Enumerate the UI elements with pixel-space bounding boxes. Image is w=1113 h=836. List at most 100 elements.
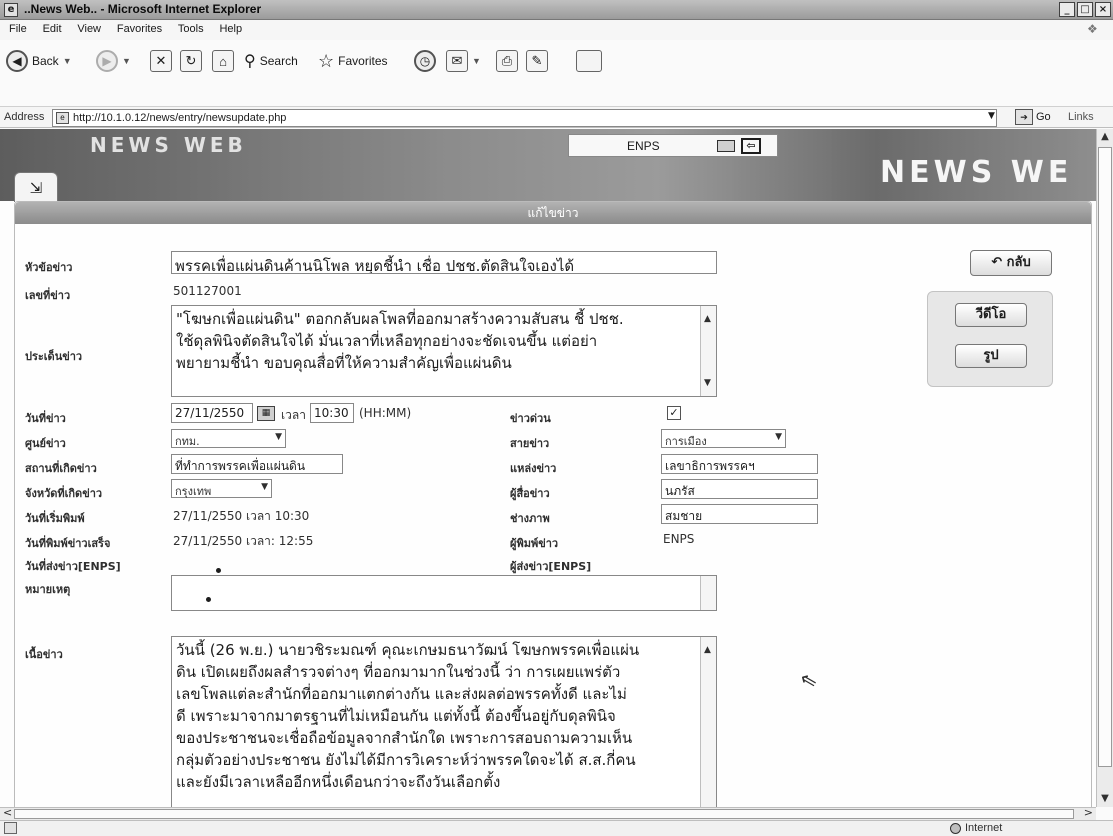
sent-label: วันที่ส่งข่าว[ENPS] xyxy=(25,560,121,573)
menu-file[interactable]: File xyxy=(6,23,30,35)
headline-input[interactable]: พรรคเพื่อแผ่นดินค้านนิโพล หยุดชี้นำ เชื่… xyxy=(171,251,717,274)
issue-label: ประเด็นข่าว xyxy=(25,350,83,363)
urgent-checkbox[interactable]: ✓ xyxy=(667,406,681,420)
edit-icon: ✎ xyxy=(526,50,548,72)
scroll-down-icon[interactable]: ▼ xyxy=(704,372,711,394)
body-line: และยังมีเวลาเหลืออีกหนึ่งเดือนกว่าจะถึงว… xyxy=(176,773,501,791)
mail-dropdown-icon[interactable]: ▼ xyxy=(472,56,481,66)
go-label: Go xyxy=(1036,111,1051,123)
forward-dropdown-icon[interactable]: ▼ xyxy=(122,56,131,66)
close-button[interactable]: × xyxy=(1095,2,1111,17)
menu-edit[interactable]: Edit xyxy=(40,23,65,35)
logout-icon[interactable]: ⇦ xyxy=(741,138,761,154)
note-scrollbar[interactable] xyxy=(700,576,716,610)
toolbar: ◀ Back ▼ ▶ ▼ ✕ ↻ ⌂ ⚲ Search ☆ Favorites … xyxy=(0,40,1113,100)
center-value: กทม. xyxy=(175,435,200,448)
place-input[interactable]: ที่ทำการพรรคเพื่อแผ่นดิน xyxy=(171,454,343,474)
photographer-input[interactable]: สมชาย xyxy=(661,504,818,524)
source-label: แหล่งข่าว xyxy=(510,462,557,475)
back-button[interactable]: ◀ Back ▼ xyxy=(6,46,72,76)
body-textarea[interactable]: วันนี้ (26 พ.ย.) นายวชิระมณฑ์ คุณะเกษมธน… xyxy=(171,636,717,807)
ie-icon: e xyxy=(4,3,18,17)
issue-textarea[interactable]: "โฆษกเพื่อแผ่นดิน" ตอกกลับผลโพลที่ออกมาส… xyxy=(171,305,717,397)
line-select[interactable]: การเมือง ▼ xyxy=(661,429,786,448)
menu-view[interactable]: View xyxy=(74,23,104,35)
reporter-input[interactable]: นภรัส xyxy=(661,479,818,499)
window-controls: _ □ × xyxy=(1059,2,1111,17)
discuss-button[interactable] xyxy=(576,46,602,76)
scroll-up-icon[interactable]: ▲ xyxy=(1097,129,1113,145)
go-arrow-icon: ➔ xyxy=(1015,109,1033,125)
home-icon: ⌂ xyxy=(212,50,234,72)
body-label: เนื้อข่าว xyxy=(25,648,63,661)
issue-line: พยายามชี้นำ ขอบคุณสื่อที่ให้ความสำคัญเพื… xyxy=(176,354,512,372)
scroll-thumb[interactable] xyxy=(14,809,1074,819)
newsweb-logo-large: NEWS WE xyxy=(880,155,1073,190)
address-url: http://10.1.0.12/news/entry/newsupdate.p… xyxy=(73,112,287,124)
history-button[interactable]: ◷ xyxy=(414,46,436,76)
scroll-down-icon[interactable]: ▼ xyxy=(1097,791,1113,807)
back-form-button[interactable]: ↶ กลับ xyxy=(970,250,1052,276)
scroll-thumb[interactable] xyxy=(1098,147,1112,767)
issue-scrollbar[interactable]: ▲ ▼ xyxy=(700,306,716,396)
menu-favorites[interactable]: Favorites xyxy=(114,23,165,35)
calendar-icon[interactable]: ▦ xyxy=(257,406,275,421)
page-horizontal-scrollbar[interactable]: < > xyxy=(0,806,1096,820)
refresh-button[interactable]: ↻ xyxy=(180,46,202,76)
refresh-icon: ↻ xyxy=(180,50,202,72)
menu-tools[interactable]: Tools xyxy=(175,23,207,35)
search-icon: ⚲ xyxy=(244,53,256,70)
back-dropdown-icon[interactable]: ▼ xyxy=(63,56,72,66)
favorites-button[interactable]: ☆ Favorites xyxy=(318,46,388,76)
province-value: กรุงเทพ xyxy=(175,485,212,498)
page-vertical-scrollbar[interactable]: ▲ ▼ xyxy=(1096,129,1113,807)
forward-button[interactable]: ▶ ▼ xyxy=(96,46,131,76)
typist-label: ผู้พิมพ์ข่าว xyxy=(510,537,559,550)
menu-help[interactable]: Help xyxy=(216,23,245,35)
discuss-icon xyxy=(576,50,602,72)
stop-button[interactable]: ✕ xyxy=(150,46,172,76)
go-button[interactable]: ➔ Go xyxy=(1015,109,1051,125)
back-arrow-icon: ◀ xyxy=(6,50,28,72)
note-textarea[interactable] xyxy=(171,575,717,611)
menu-bar: File Edit View Favorites Tools Help ❖ xyxy=(0,20,1113,40)
time-input[interactable]: 10:30 xyxy=(310,403,354,423)
body-line: เลขโพลแต่ละสำนักที่ออกมาแตกต่างกัน และส่… xyxy=(176,685,627,703)
mail-button[interactable]: ✉ ▼ xyxy=(446,46,481,76)
date-input[interactable]: 27/11/2550 xyxy=(171,403,253,423)
photo-button[interactable]: รูป xyxy=(955,344,1027,368)
page-status-icon xyxy=(4,822,17,834)
edit-button[interactable]: ✎ xyxy=(526,46,548,76)
address-dropdown-icon[interactable]: ▼ xyxy=(988,111,995,121)
links-button[interactable]: Links xyxy=(1068,111,1094,123)
keyboard-icon[interactable] xyxy=(717,140,735,152)
scroll-left-icon[interactable]: < xyxy=(3,806,12,819)
page-content: NEWS WEB ENPS ⇦ NEWS WE ⇲ แก้ไขข่าว หัวข… xyxy=(0,129,1096,807)
scroll-right-icon[interactable]: > xyxy=(1084,806,1093,819)
urgent-label: ข่าวด่วน xyxy=(510,412,551,425)
typist-value: ENPS xyxy=(663,532,695,546)
scroll-up-icon[interactable]: ▲ xyxy=(704,639,711,661)
center-select[interactable]: กทม. ▼ xyxy=(171,429,286,448)
maximize-button[interactable]: □ xyxy=(1077,2,1093,17)
body-line: กลุ่มตัวอย่างประชาชน ยังไม่ได้มีการวิเคร… xyxy=(176,751,636,769)
search-button[interactable]: ⚲ Search xyxy=(244,46,298,76)
chevron-down-icon: ▼ xyxy=(775,432,782,442)
mail-icon: ✉ xyxy=(446,50,468,72)
video-button[interactable]: วีดีโอ xyxy=(955,303,1027,327)
panel-title: แก้ไขข่าว xyxy=(15,202,1091,224)
print-button[interactable]: ⎙ xyxy=(496,46,518,76)
address-input[interactable]: e http://10.1.0.12/news/entry/newsupdate… xyxy=(52,109,997,127)
scroll-up-icon[interactable]: ▲ xyxy=(704,308,711,330)
home-tab[interactable]: ⇲ xyxy=(14,172,58,202)
body-scrollbar[interactable]: ▲ xyxy=(700,637,716,807)
source-input[interactable]: เลขาธิการพรรคฯ xyxy=(661,454,818,474)
home-button[interactable]: ⌂ xyxy=(212,46,234,76)
finish-label: วันที่พิมพ์ข่าวเสร็จ xyxy=(25,537,111,550)
zone-label: Internet xyxy=(965,822,1003,834)
center-label: ศูนย์ข่าว xyxy=(25,437,66,450)
headline-label: หัวข้อข่าว xyxy=(25,261,73,274)
province-select[interactable]: กรุงเทพ ▼ xyxy=(171,479,272,498)
minimize-button[interactable]: _ xyxy=(1059,2,1075,17)
edit-news-panel: แก้ไขข่าว หัวข้อข่าว พรรคเพื่อแผ่นดินค้า… xyxy=(14,201,1092,807)
